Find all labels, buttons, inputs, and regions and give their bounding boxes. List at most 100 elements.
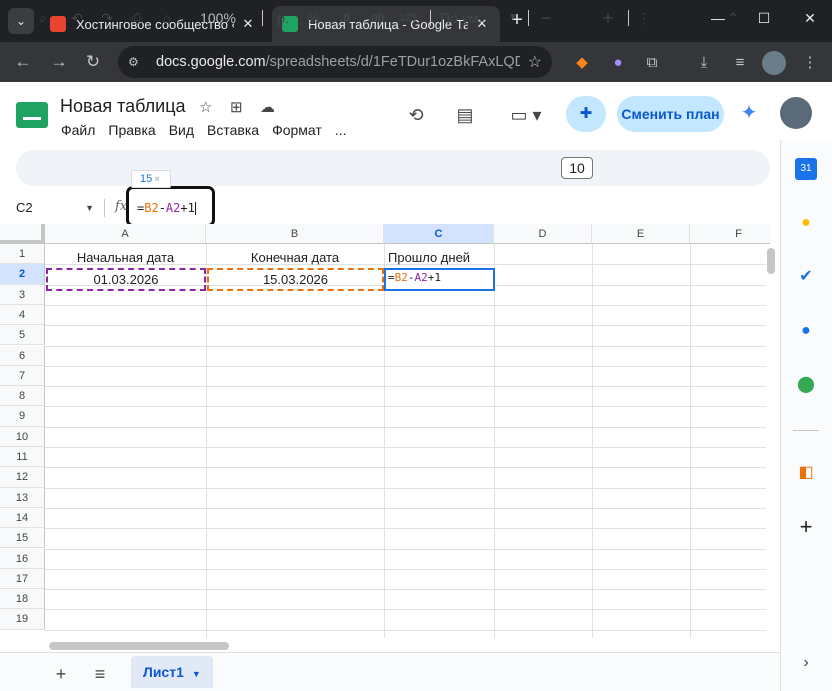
row-header-6[interactable]: 6 [0,345,45,366]
cell-a2[interactable]: 01.03.2026 [46,268,206,291]
row-header-11[interactable]: 11 [0,447,45,468]
font-size-decrease-button[interactable]: − [536,7,556,29]
all-sheets-button[interactable]: ≡ [89,663,111,685]
browser-menu-icon[interactable]: ⋮ [798,51,822,75]
tooltip-close-icon[interactable]: × [154,174,160,185]
expand-side-panel-icon[interactable]: › [795,652,817,674]
column-header-a[interactable]: A [45,224,206,244]
row-header-17[interactable]: 17 [0,568,45,590]
currency-format-button[interactable]: р. [272,7,294,29]
column-header-b[interactable]: B [206,224,384,244]
site-settings-icon[interactable]: ⚙ [128,55,146,69]
add-sheet-button[interactable]: + [50,663,72,685]
omnibox[interactable]: ⚙ docs.google.com/spreadsheets/d/1FeTDur… [118,46,552,78]
tab-search-icon[interactable]: ⌄ [8,8,34,34]
change-plan-button[interactable]: Сменить план [617,96,724,132]
ghost-extension-icon[interactable]: ● [606,51,630,75]
column-header-c[interactable]: C [384,224,494,244]
row-header-16[interactable]: 16 [0,548,45,569]
comments-icon[interactable]: ▤ [452,102,478,128]
vertical-scrollbar[interactable] [766,244,776,638]
spreadsheet-grid[interactable]: A B C D E F 1 2 3 4 5 6 7 8 9 10 11 12 13 14 15 16 17 18 1… [0,224,770,638]
percent-format-button[interactable]: % [302,7,324,29]
menu-view[interactable]: Вид [169,122,194,138]
zoom-select[interactable]: 100% [190,7,246,29]
calendar-icon[interactable]: 31 [795,158,817,180]
cell-b2[interactable]: 15.03.2026 [207,268,384,291]
back-icon[interactable]: ← [12,52,34,74]
menu-edit[interactable]: Правка [108,122,155,138]
extensions-puzzle-icon[interactable]: ⧉ [640,51,664,75]
url-text[interactable]: docs.google.com/spreadsheets/d/1FeTDur1o… [156,54,520,70]
paint-format-icon[interactable]: ⌂ [156,7,178,29]
search-menus-icon[interactable]: ⌕ [32,7,54,29]
gemini-icon[interactable]: ✦ [738,102,760,124]
reload-icon[interactable]: ↻ [82,52,104,74]
forward-icon[interactable]: → [48,52,70,74]
row-header-12[interactable]: 12 [0,467,45,488]
cell-a1[interactable]: Начальная дата [45,248,206,268]
redo-icon[interactable]: ↷ [96,7,118,29]
font-dropdown-icon[interactable]: ▼ [506,7,520,29]
star-icon[interactable]: ☆ [199,98,212,116]
row-header-3[interactable]: 3 [0,284,45,305]
horizontal-scroll-thumb[interactable] [49,642,229,650]
menu-more[interactable]: ... [335,122,347,138]
print-icon[interactable]: ⎙ [126,7,148,29]
cell-c2-editor[interactable]: =B2-A2+1 [384,268,495,291]
row-header-13[interactable]: 13 [0,487,45,508]
profile-avatar[interactable] [762,51,786,75]
row-header-9[interactable]: 9 [0,406,45,427]
menu-file[interactable]: Файл [61,122,95,138]
row-header-10[interactable]: 10 [0,426,45,447]
row-header-1[interactable]: 1 [0,244,45,265]
font-size-input[interactable]: 10 [561,157,593,179]
vertical-scroll-thumb[interactable] [767,248,775,274]
select-all-corner[interactable] [0,224,45,244]
share-button[interactable]: ✚ [566,96,606,132]
maximize-icon[interactable]: ☐ [752,10,776,32]
close-window-icon[interactable]: ✕ [798,10,822,32]
menu-format[interactable]: Формат [272,122,322,138]
row-header-18[interactable]: 18 [0,589,45,610]
sheet-tab-active[interactable]: Лист1 ▼ [131,656,213,688]
document-title[interactable]: Новая таблица [60,96,186,117]
row-header-14[interactable]: 14 [0,507,45,529]
meet-camera-icon[interactable]: ▭ ▾ [504,102,548,128]
user-avatar[interactable] [780,97,812,129]
contacts-icon[interactable]: ● [795,320,817,342]
row-header-2[interactable]: 2 [0,264,45,285]
maps-icon[interactable]: ⬤ [795,374,817,396]
version-history-icon[interactable]: ⟲ [403,102,429,128]
font-select[interactable]: По ум... [440,7,504,29]
number-format-button[interactable]: 123 [396,7,420,29]
cell-b1[interactable]: Конечная дата [206,248,384,268]
row-header-8[interactable]: 8 [0,386,45,407]
horizontal-scrollbar[interactable] [45,640,760,652]
name-box[interactable]: C2 ▼ [16,198,98,218]
menu-insert[interactable]: Вставка [207,122,259,138]
row-header-7[interactable]: 7 [0,365,45,387]
undo-icon[interactable]: ↶ [66,7,88,29]
cell-c1[interactable]: Прошло дней [384,248,494,268]
column-header-d[interactable]: D [494,224,592,244]
more-tools-icon[interactable]: ⋮ [634,7,654,29]
sheet-tab-dropdown-icon[interactable]: ▼ [192,669,201,679]
office-addon-icon[interactable]: ◧ [795,462,817,484]
metamask-extension-icon[interactable]: ◆ [570,51,594,75]
row-header-4[interactable]: 4 [0,304,45,326]
collapse-toolbar-icon[interactable]: ⌃ [722,7,744,29]
download-icon[interactable]: ⤓ [692,51,716,75]
move-folder-icon[interactable]: ⊞ [230,98,243,116]
row-header-5[interactable]: 5 [0,325,45,346]
keep-icon[interactable]: ● [795,212,817,234]
media-controls-icon[interactable]: ≡ [728,51,752,75]
tasks-icon[interactable]: ✔ [795,266,817,288]
row-header-19[interactable]: 19 [0,609,45,630]
row-header-15[interactable]: 15 [0,528,45,549]
name-box-dropdown-icon[interactable]: ▼ [85,198,94,218]
font-size-increase-button[interactable]: + [598,7,618,29]
bookmark-star-icon[interactable]: ☆ [528,52,542,72]
decrease-decimal-button[interactable]: .0 [332,7,358,29]
column-header-e[interactable]: E [592,224,690,244]
